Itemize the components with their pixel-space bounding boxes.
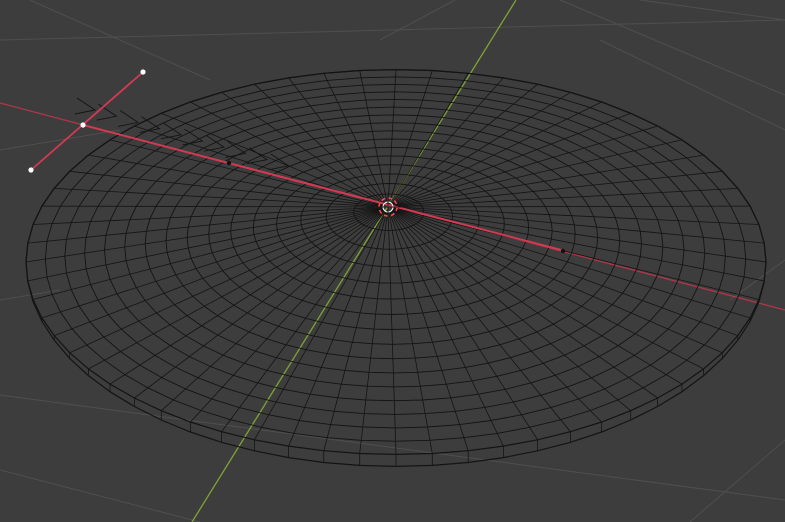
mesh-spoke [41,205,383,208]
grid-line [0,394,785,501]
edge-vertex[interactable] [226,160,232,166]
mesh-spoke [389,77,504,206]
mesh-rim [25,68,767,468]
normal-arrow [160,122,183,140]
mesh-spoke [391,209,632,420]
grid-line [599,39,785,131]
axis-lines [0,0,785,522]
selected-vertex[interactable] [140,69,146,75]
mesh-spoke [69,170,383,207]
mesh-spoke [393,170,723,207]
mesh-spoke [394,207,765,282]
mesh-spoke [392,209,704,376]
grid-line [379,0,456,41]
normal-arrow [96,103,118,121]
mesh-spoke [109,139,384,207]
mesh-spoke [388,70,433,205]
mesh-spoke [32,208,383,302]
mesh-spoke [160,210,385,420]
mesh-spoke [392,209,683,392]
grid-line [689,439,785,522]
grid-line [639,0,785,21]
mesh-ring [25,68,767,456]
mesh-spoke [392,125,658,207]
normal-arrow [117,110,140,127]
grid-line [0,129,121,151]
grid-line [0,469,201,522]
3d-viewport[interactable] [0,0,785,522]
mesh-spoke [393,208,751,322]
selected-vertex[interactable] [80,122,86,128]
mesh-spoke [393,205,751,208]
grid-line [0,19,785,41]
edge-vertex[interactable] [560,248,566,254]
floor-grid [0,0,785,522]
mesh-wireframe[interactable] [25,68,767,468]
bezier-handle-icon[interactable] [30,71,144,171]
normal-arrow [74,97,97,115]
mesh-spoke [393,208,739,341]
mesh-spoke [387,69,397,205]
grid-line [29,0,211,81]
mesh-spoke [41,208,383,322]
selected-vertex[interactable] [28,167,34,173]
grid-line [559,0,785,96]
viewport-canvas[interactable] [0,0,785,522]
